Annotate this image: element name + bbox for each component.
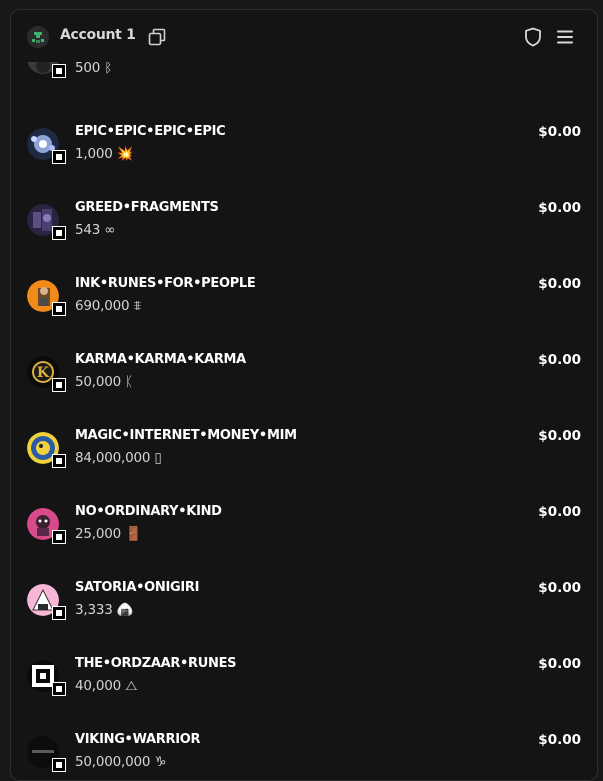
token-row[interactable]: EPIC•EPIC•EPIC•EPIC 1,000 💥 $0.00 xyxy=(11,124,597,208)
token-amount: 690,000 ⩨ xyxy=(75,298,141,314)
token-name: INK•RUNES•FOR•PEOPLE xyxy=(75,276,256,291)
inscription-badge-icon xyxy=(52,378,66,392)
token-amount: 25,000 🚪 xyxy=(75,526,142,542)
copy-icon[interactable] xyxy=(148,28,166,46)
token-value: $0.00 xyxy=(538,656,581,672)
inscription-badge-icon xyxy=(52,530,66,544)
token-value: $0.00 xyxy=(538,504,581,520)
wallet-panel: 500 ᛒ EPIC•EPIC•EPIC•EPIC 1,000 💥 $0.00 … xyxy=(10,9,598,781)
token-row[interactable]: VIKING•WARRIOR 50,000,000 ♑ $0.00 xyxy=(11,732,597,780)
token-amount: 84,000,000 ▯ xyxy=(75,450,162,466)
inscription-badge-icon xyxy=(52,64,66,78)
shield-icon[interactable] xyxy=(524,27,542,47)
token-value: $0.00 xyxy=(538,732,581,748)
token-row[interactable]: MAGIC•INTERNET•MONEY•MIM 84,000,000 ▯ $0… xyxy=(11,428,597,512)
token-amount: 500 ᛒ xyxy=(75,60,113,76)
inscription-badge-icon xyxy=(52,150,66,164)
inscription-badge-icon xyxy=(52,302,66,316)
token-amount: 50,000 ᛕ xyxy=(75,374,134,390)
token-name: KARMA•KARMA•KARMA xyxy=(75,352,246,367)
token-row[interactable]: THE•ORDZAAR•RUNES 40,000 ⧍ $0.00 xyxy=(11,656,597,740)
token-name: MAGIC•INTERNET•MONEY•MIM xyxy=(75,428,297,443)
token-value: $0.00 xyxy=(538,428,581,444)
token-value: $0.00 xyxy=(538,276,581,292)
token-value: $0.00 xyxy=(538,200,581,216)
token-amount: 1,000 💥 xyxy=(75,146,134,162)
menu-icon[interactable] xyxy=(556,29,574,45)
token-amount: 3,333 🍙 xyxy=(75,602,134,618)
token-row[interactable]: K KARMA•KARMA•KARMA 50,000 ᛕ $0.00 xyxy=(11,352,597,436)
token-name: VIKING•WARRIOR xyxy=(75,732,201,747)
token-amount: 40,000 ⧍ xyxy=(75,678,138,694)
token-name: EPIC•EPIC•EPIC•EPIC xyxy=(75,124,226,139)
token-amount: 543 ∞ xyxy=(75,222,116,238)
token-name: SATORIA•ONIGIRI xyxy=(75,580,200,595)
account-avatar-icon[interactable] xyxy=(27,26,49,48)
token-row[interactable]: INK•RUNES•FOR•PEOPLE 690,000 ⩨ $0.00 xyxy=(11,276,597,360)
token-row[interactable]: GREED•FRAGMENTS 543 ∞ $0.00 xyxy=(11,200,597,284)
token-value: $0.00 xyxy=(538,124,581,140)
token-name: THE•ORDZAAR•RUNES xyxy=(75,656,237,671)
token-name: GREED•FRAGMENTS xyxy=(75,200,219,215)
svg-text:K: K xyxy=(37,365,50,381)
token-name: NO•ORDINARY•KIND xyxy=(75,504,222,519)
header-bar: Account 1 xyxy=(11,10,597,62)
inscription-badge-icon xyxy=(52,454,66,468)
token-row[interactable]: SATORIA•ONIGIRI 3,333 🍙 $0.00 xyxy=(11,580,597,664)
inscription-badge-icon xyxy=(52,226,66,240)
token-row[interactable]: NO•ORDINARY•KIND 25,000 🚪 $0.00 xyxy=(11,504,597,588)
token-value: $0.00 xyxy=(538,580,581,596)
account-name[interactable]: Account 1 xyxy=(60,27,136,43)
inscription-badge-icon xyxy=(52,682,66,696)
inscription-badge-icon xyxy=(52,606,66,620)
token-value: $0.00 xyxy=(538,352,581,368)
token-amount: 50,000,000 ♑ xyxy=(75,754,167,770)
